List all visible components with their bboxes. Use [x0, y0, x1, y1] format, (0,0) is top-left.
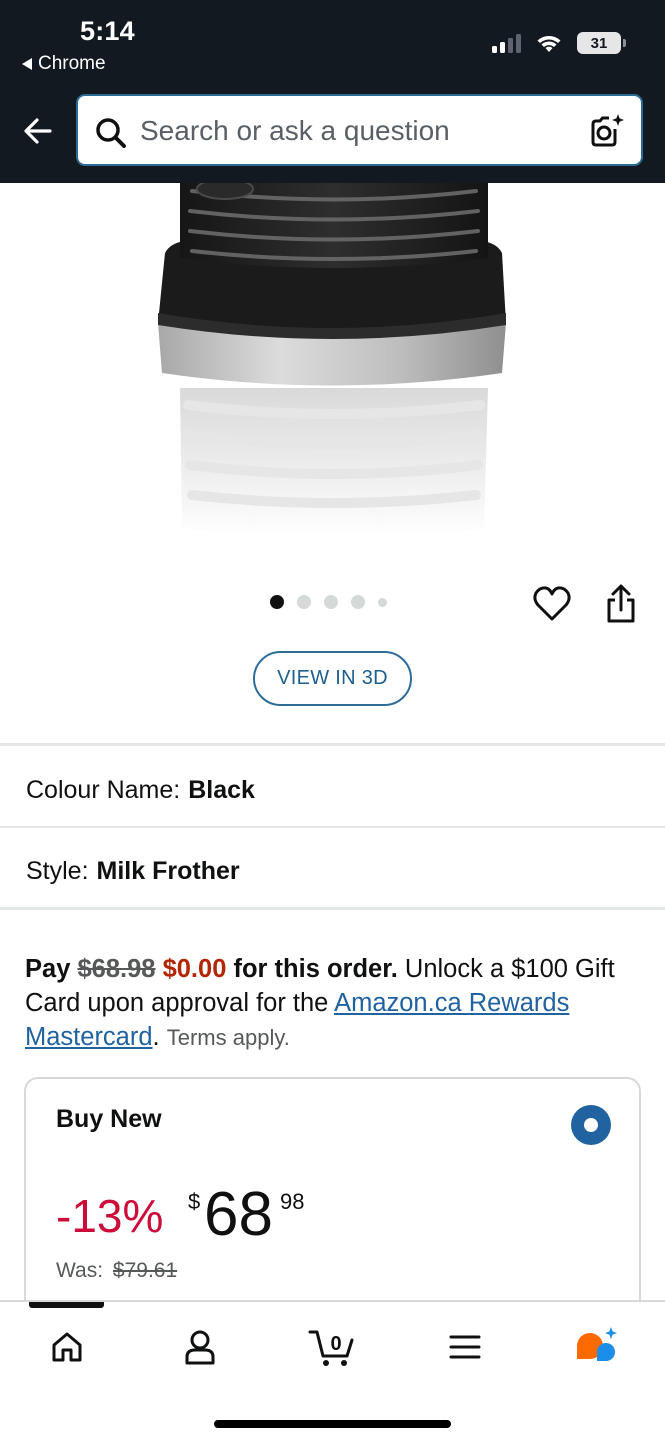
view-in-3d-button[interactable]: VIEW IN 3D: [253, 651, 412, 706]
home-icon: [52, 1332, 82, 1362]
rufus-icon: [577, 1327, 617, 1361]
menu-icon: [449, 1335, 481, 1359]
offer-pay: Pay: [25, 955, 71, 983]
style-value: Milk Frother: [96, 857, 240, 885]
heart-icon[interactable]: [532, 584, 572, 624]
cart-icon: 0: [308, 1330, 354, 1366]
nav-account[interactable]: [170, 1322, 230, 1372]
active-tab-indicator: [29, 1302, 104, 1308]
colour-selector[interactable]: Colour Name: Black: [26, 776, 255, 805]
carousel-dot[interactable]: [297, 595, 311, 609]
app-header: 5:14 Chrome 31: [0, 0, 665, 183]
back-to-app-link[interactable]: Chrome: [22, 53, 106, 75]
colour-value: Black: [188, 776, 255, 804]
divider: [0, 907, 665, 910]
price-whole: 68: [204, 1180, 273, 1249]
nav-rufus[interactable]: [566, 1322, 626, 1372]
back-triangle-icon: [22, 58, 32, 70]
battery-indicator: 31: [577, 32, 626, 54]
account-icon: [185, 1330, 215, 1365]
camera-lens-icon[interactable]: [589, 113, 625, 149]
back-arrow-icon[interactable]: [20, 113, 56, 149]
colour-label: Colour Name:: [26, 776, 181, 804]
cart-count: 0: [330, 1333, 341, 1355]
offer-new-price: $0.00: [162, 955, 227, 983]
was-label: Was:: [56, 1259, 104, 1282]
divider: [0, 743, 665, 746]
style-label: Style:: [26, 857, 89, 885]
price-fraction: 98: [280, 1189, 305, 1214]
bottom-navigation: 0: [0, 1300, 665, 1440]
status-time: 5:14: [80, 16, 135, 46]
search-bar[interactable]: [76, 94, 643, 166]
nav-home[interactable]: [37, 1322, 97, 1372]
nav-cart[interactable]: 0: [302, 1322, 362, 1372]
credit-card-offer: Pay $68.98 $0.00 for this order. Unlock …: [25, 952, 635, 1055]
home-indicator: [214, 1420, 451, 1428]
terms-apply: Terms apply.: [166, 1025, 290, 1050]
share-icon[interactable]: [603, 583, 639, 625]
nav-menu[interactable]: [435, 1322, 495, 1372]
status-indicators: 31: [492, 32, 626, 54]
product-image[interactable]: [0, 183, 665, 553]
carousel-dot[interactable]: [378, 597, 387, 607]
wifi-icon: [537, 36, 561, 52]
search-icon: [96, 118, 126, 148]
buy-new-radio[interactable]: [571, 1105, 611, 1145]
search-input[interactable]: [140, 110, 570, 152]
buy-new-option[interactable]: Buy New -13% $ 68 98 Was: $79.61: [24, 1077, 641, 1317]
cellular-signal-icon: [492, 33, 521, 53]
discount-percentage: -13%: [56, 1190, 164, 1242]
carousel-dot[interactable]: [324, 595, 338, 609]
offer-period: .: [152, 1023, 160, 1051]
back-app-label: Chrome: [38, 53, 106, 74]
offer-old-price: $68.98: [77, 955, 156, 983]
price-currency: $: [188, 1189, 201, 1214]
milk-frother-photo: [158, 183, 506, 538]
was-price: Was: $79.61: [56, 1259, 177, 1283]
divider: [0, 826, 665, 828]
style-selector[interactable]: Style: Milk Frother: [26, 857, 240, 886]
image-carousel-dots[interactable]: [270, 595, 387, 609]
buy-new-title: Buy New: [56, 1105, 162, 1133]
offer-for-order: for this order.: [233, 955, 398, 983]
carousel-dot[interactable]: [270, 595, 284, 609]
was-price-value: $79.61: [112, 1259, 178, 1282]
carousel-dot[interactable]: [351, 595, 365, 609]
